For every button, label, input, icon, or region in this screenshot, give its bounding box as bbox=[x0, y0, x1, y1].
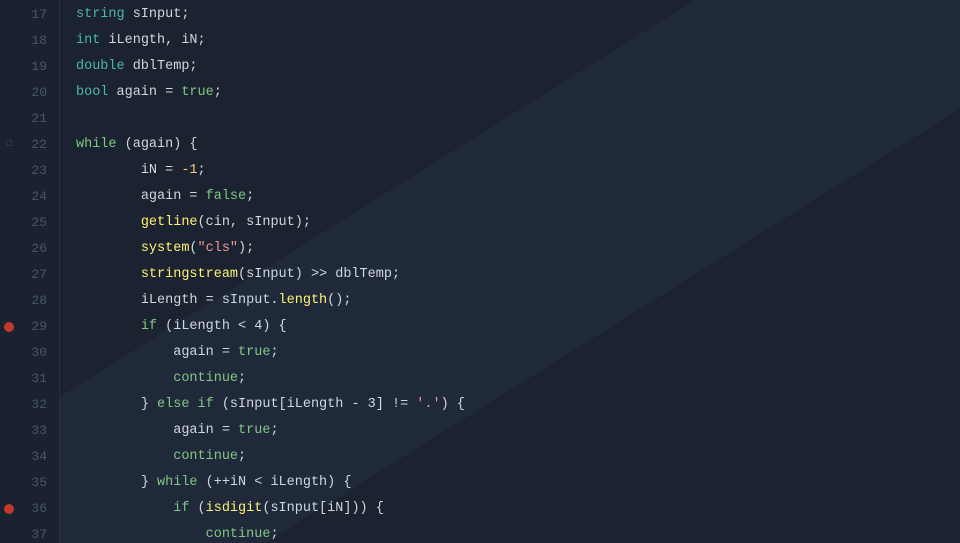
line-number-gutter: 1718192021222324252627282930313233343536… bbox=[0, 0, 60, 543]
line-number-35: 35 bbox=[0, 470, 59, 496]
code-line-25: getline(cin, sInput); bbox=[76, 210, 960, 236]
code-line-32: } else if (sInput[iLength - 3] != '.') { bbox=[76, 392, 960, 418]
code-line-28: iLength = sInput.length(); bbox=[76, 288, 960, 314]
code-area[interactable]: string sInput;int iLength, iN;double dbl… bbox=[60, 0, 960, 543]
line-number-36: 36 bbox=[0, 496, 59, 522]
code-line-21 bbox=[76, 106, 960, 132]
line-number-33: 33 bbox=[0, 418, 59, 444]
line-number-31: 31 bbox=[0, 366, 59, 392]
line-number-30: 30 bbox=[0, 340, 59, 366]
line-number-20: 20 bbox=[0, 80, 59, 106]
code-line-29: if (iLength < 4) { bbox=[76, 314, 960, 340]
code-line-35: } while (++iN < iLength) { bbox=[76, 470, 960, 496]
code-line-17: string sInput; bbox=[76, 2, 960, 28]
line-number-26: 26 bbox=[0, 236, 59, 262]
line-number-25: 25 bbox=[0, 210, 59, 236]
code-line-23: iN = -1; bbox=[76, 158, 960, 184]
line-number-32: 32 bbox=[0, 392, 59, 418]
code-line-20: bool again = true; bbox=[76, 80, 960, 106]
code-line-27: stringstream(sInput) >> dblTemp; bbox=[76, 262, 960, 288]
line-number-22: 22 bbox=[0, 132, 59, 158]
code-line-24: again = false; bbox=[76, 184, 960, 210]
line-number-34: 34 bbox=[0, 444, 59, 470]
line-number-37: 37 bbox=[0, 522, 59, 543]
code-line-26: system("cls"); bbox=[76, 236, 960, 262]
line-number-19: 19 bbox=[0, 54, 59, 80]
line-number-21: 21 bbox=[0, 106, 59, 132]
code-line-33: again = true; bbox=[76, 418, 960, 444]
line-number-23: 23 bbox=[0, 158, 59, 184]
line-number-28: 28 bbox=[0, 288, 59, 314]
code-line-18: int iLength, iN; bbox=[76, 28, 960, 54]
line-number-17: 17 bbox=[0, 2, 59, 28]
line-number-27: 27 bbox=[0, 262, 59, 288]
line-number-24: 24 bbox=[0, 184, 59, 210]
code-line-37: continue; bbox=[76, 522, 960, 543]
code-editor: 1718192021222324252627282930313233343536… bbox=[0, 0, 960, 543]
code-line-31: continue; bbox=[76, 366, 960, 392]
code-line-19: double dblTemp; bbox=[76, 54, 960, 80]
code-line-22: while (again) { bbox=[76, 132, 960, 158]
code-line-30: again = true; bbox=[76, 340, 960, 366]
code-line-34: continue; bbox=[76, 444, 960, 470]
line-number-29: 29 bbox=[0, 314, 59, 340]
line-number-18: 18 bbox=[0, 28, 59, 54]
code-line-36: if (isdigit(sInput[iN])) { bbox=[76, 496, 960, 522]
